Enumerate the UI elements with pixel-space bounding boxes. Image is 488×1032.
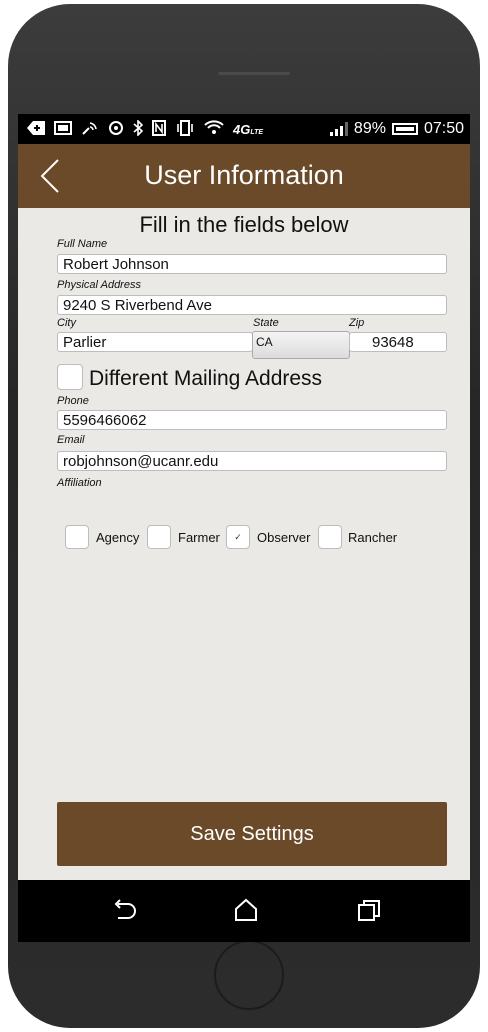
agency-checkbox[interactable] xyxy=(65,525,89,549)
home-hardware-button[interactable] xyxy=(214,940,284,1010)
status-bar: 4GLTE 89% 07:50 xyxy=(18,114,470,144)
zip-label: Zip xyxy=(349,317,365,329)
state-select[interactable]: CA xyxy=(252,331,350,359)
city-field[interactable]: Parlier xyxy=(57,332,253,352)
agency-label: Agency xyxy=(96,530,140,545)
vibrate-icon xyxy=(175,119,195,139)
city-label: City xyxy=(57,317,76,329)
phone-field[interactable]: 5596466062 xyxy=(57,410,447,430)
form-heading: Fill in the fields below xyxy=(139,212,349,237)
app-screen: 4GLTE 89% 07:50 User Information Fill in… xyxy=(18,114,470,942)
battery-icon xyxy=(391,123,418,135)
checkmark-icon: ✓ xyxy=(234,532,242,542)
mailing-address-label: Different Mailing Address xyxy=(89,367,323,390)
farmer-checkbox[interactable] xyxy=(147,525,171,549)
nfc-wave-icon xyxy=(81,120,99,139)
observer-checkbox[interactable]: ✓ xyxy=(226,525,250,549)
phone-label: Phone xyxy=(57,395,89,407)
email-field[interactable]: robjohnson@ucanr.edu xyxy=(57,451,447,471)
recents-nav-icon[interactable] xyxy=(354,896,384,926)
earpiece-speaker xyxy=(218,72,290,75)
address-field[interactable]: 9240 S Riverbend Ave xyxy=(57,295,447,315)
full-name-label: Full Name xyxy=(57,238,108,250)
state-label: State xyxy=(253,317,279,329)
affiliation-label: Affiliation xyxy=(57,477,102,489)
plus-notification-icon xyxy=(27,120,45,138)
full-name-field[interactable]: Robert Johnson xyxy=(57,254,447,274)
signal-icon xyxy=(329,122,348,136)
rotate-icon xyxy=(108,120,124,139)
back-nav-icon[interactable] xyxy=(109,896,139,926)
system-nav-bar xyxy=(18,880,470,942)
clock: 07:50 xyxy=(423,120,464,137)
observer-label: Observer xyxy=(257,530,311,545)
rancher-label: Rancher xyxy=(348,530,398,545)
save-settings-button[interactable]: Save Settings xyxy=(57,802,447,866)
app-bar: User Information xyxy=(18,144,470,208)
home-nav-icon[interactable] xyxy=(231,896,261,926)
image-notification-icon xyxy=(54,120,72,138)
farmer-label: Farmer xyxy=(178,530,220,545)
rancher-checkbox[interactable] xyxy=(318,525,342,549)
mailing-address-checkbox[interactable] xyxy=(57,364,83,390)
page-title: User Information xyxy=(144,160,344,190)
email-label: Email xyxy=(57,434,85,446)
nfc-icon xyxy=(152,119,166,139)
battery-percent: 89% xyxy=(353,120,386,137)
bluetooth-icon xyxy=(133,118,144,139)
wifi-icon xyxy=(204,119,224,140)
zip-field[interactable]: 93648 xyxy=(349,332,447,352)
network-4g-icon: 4GLTE xyxy=(233,121,264,137)
address-label: Physical Address xyxy=(57,279,141,291)
